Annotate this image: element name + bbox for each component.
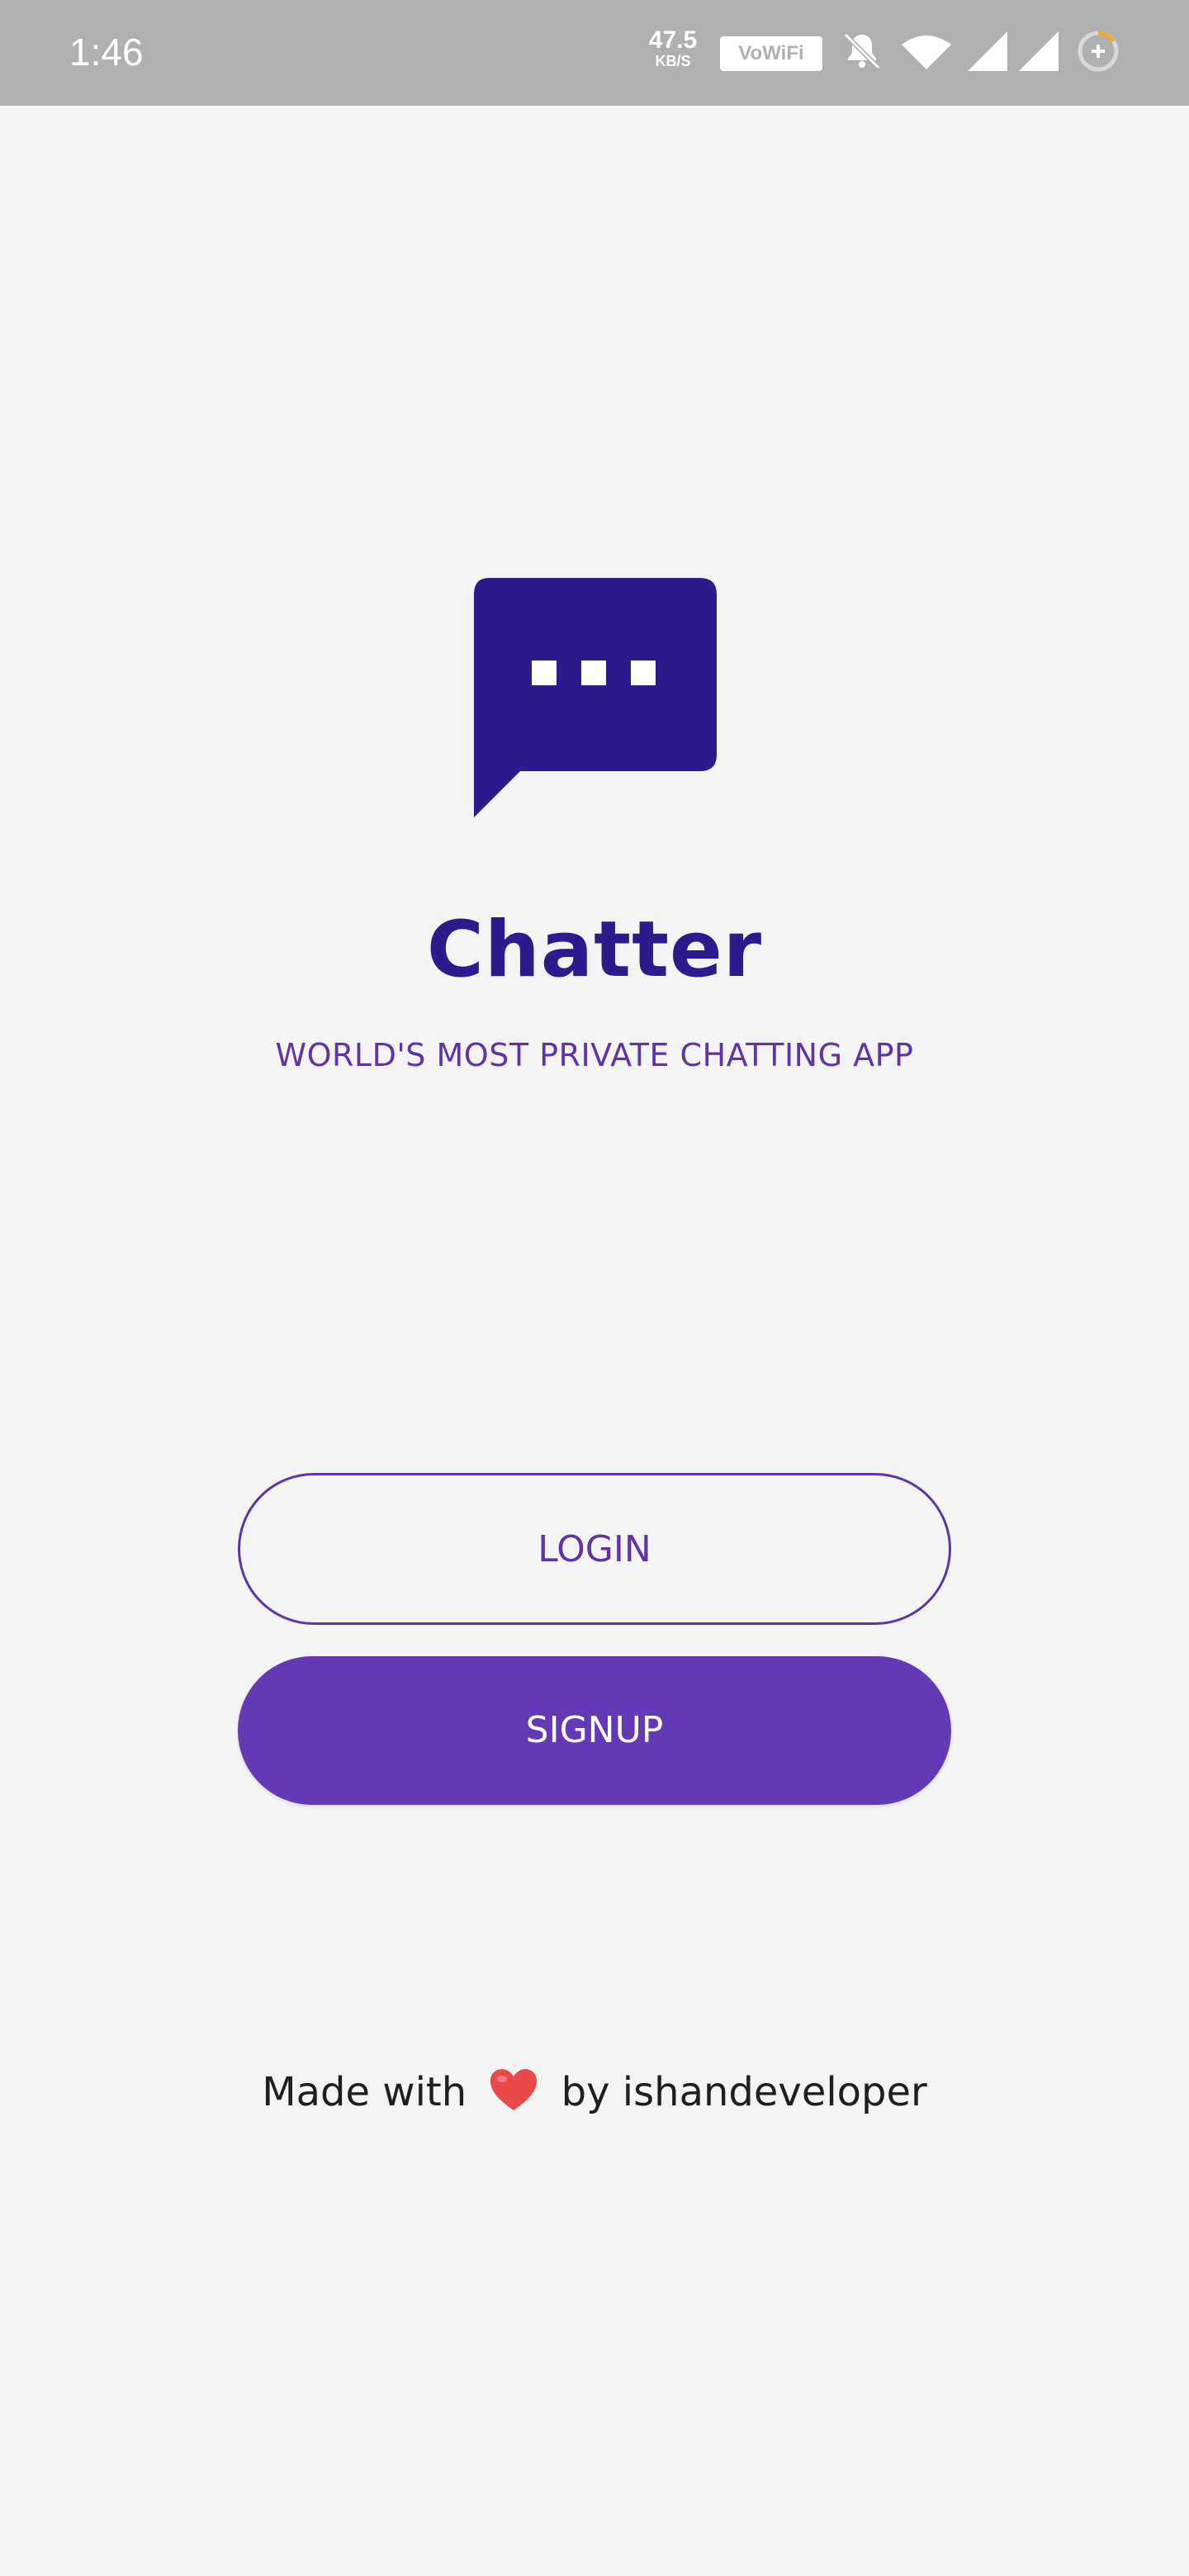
signal-icon <box>968 31 1007 71</box>
wifi-icon <box>902 36 951 69</box>
splash-screen: 1:46 47.5 KB/S VoWiFi Chatter WORLD'S MO… <box>0 0 1189 2576</box>
status-time: 1:46 <box>69 31 144 73</box>
network-speed: 47.5 KB/S <box>644 26 702 70</box>
footer-prefix: Made with <box>262 2069 467 2115</box>
app-tagline: WORLD'S MOST PRIVATE CHATTING APP <box>275 1037 914 1073</box>
status-bar: 1:46 47.5 KB/S VoWiFi <box>0 0 1189 106</box>
footer-credit: Made with by ishandeveloper <box>0 2067 1189 2115</box>
bell-muted-icon <box>843 32 881 70</box>
network-speed-unit: KB/S <box>655 53 691 69</box>
network-speed-value: 47.5 <box>648 26 698 54</box>
vowifi-badge: VoWiFi <box>720 36 822 71</box>
chat-bubble-icon <box>474 578 717 817</box>
signal-icon-2 <box>1019 31 1059 71</box>
footer-suffix: by ishandeveloper <box>561 2069 927 2115</box>
battery-icon <box>1078 31 1119 72</box>
heart-icon <box>490 2069 538 2110</box>
login-button[interactable]: LOGIN <box>238 1473 951 1625</box>
signup-button[interactable]: SIGNUP <box>238 1656 951 1805</box>
app-title: Chatter <box>426 905 763 995</box>
